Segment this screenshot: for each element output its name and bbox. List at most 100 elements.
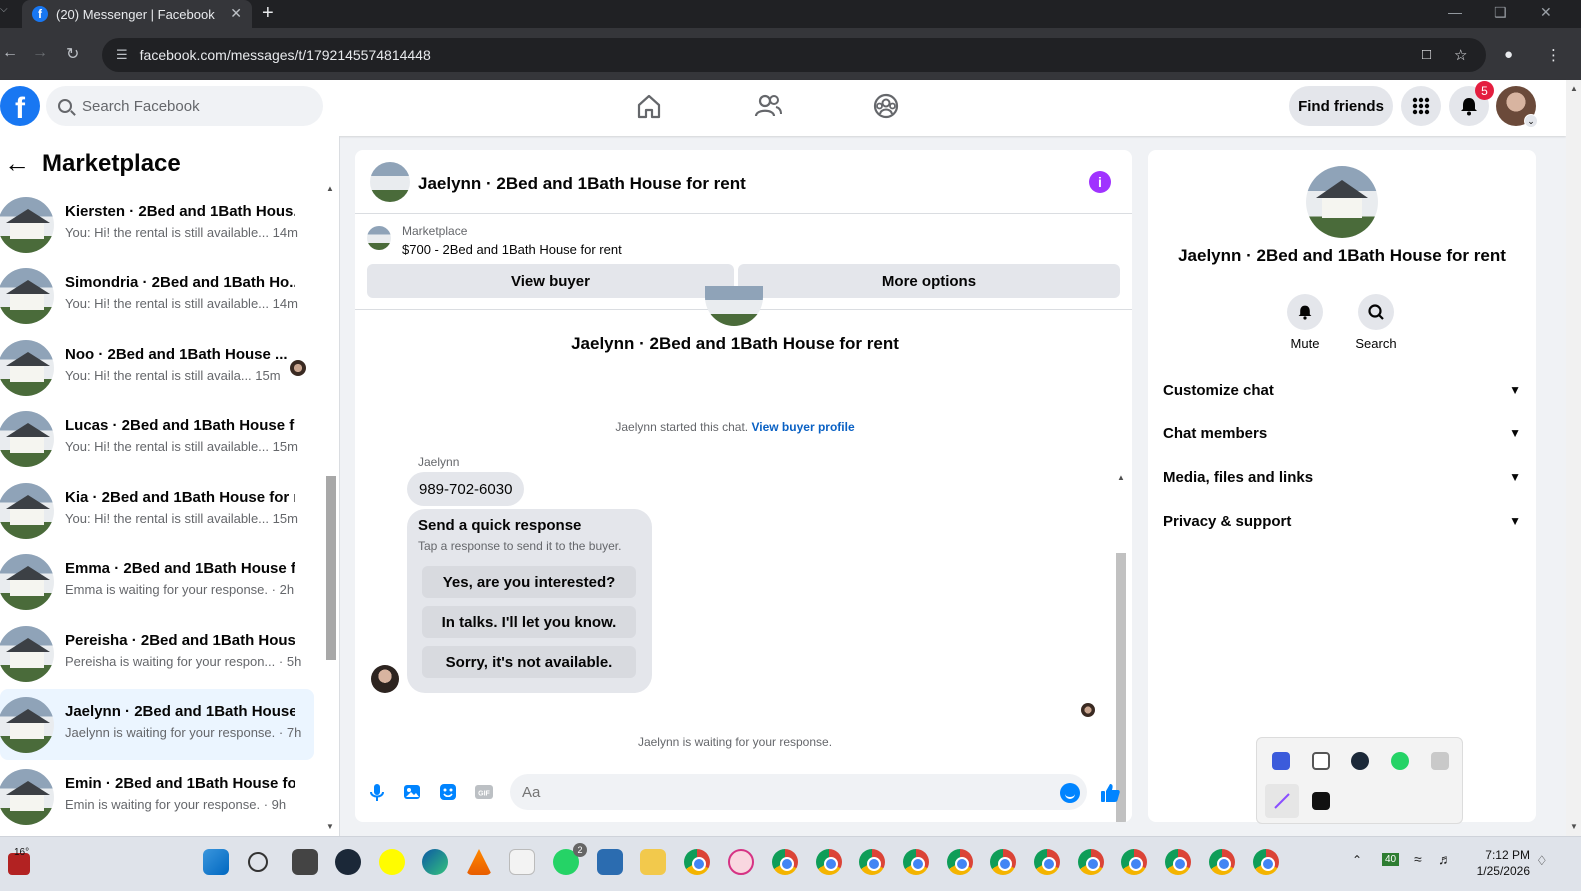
chrome-icon[interactable] xyxy=(772,849,798,875)
scroll-down-icon[interactable]: ▼ xyxy=(1570,822,1578,831)
browser-tab[interactable]: f (20) Messenger | Facebook ✕ xyxy=(22,0,252,28)
chat-members-section[interactable]: Chat members ▼ xyxy=(1163,413,1521,453)
url-omnibox[interactable]: ☰ facebook.com/messages/t/17921455748144… xyxy=(102,38,1486,72)
page-scrollbar[interactable]: ▲ ▼ xyxy=(1566,80,1581,836)
search-icon[interactable] xyxy=(248,852,268,872)
quick-response-button[interactable]: In talks. I'll let you know. xyxy=(422,606,636,638)
system-clock[interactable]: 7:12 PM 1/25/2026 xyxy=(1468,847,1530,879)
vpn-shield-icon[interactable] xyxy=(1272,752,1290,770)
steam-icon[interactable] xyxy=(335,849,361,875)
chrome-icon[interactable] xyxy=(1078,849,1104,875)
home-icon[interactable] xyxy=(635,92,663,120)
profile-app-icon[interactable] xyxy=(728,849,754,875)
close-tab-icon[interactable]: ✕ xyxy=(230,5,242,22)
photo-icon[interactable] xyxy=(402,782,422,802)
site-info-icon[interactable]: ☰ xyxy=(116,47,128,63)
volume-icon[interactable]: ♬ xyxy=(1438,851,1452,867)
media-files-links-section[interactable]: Media, files and links ▼ xyxy=(1163,457,1521,497)
close-window-icon[interactable]: ✕ xyxy=(1540,4,1552,21)
pen-tray-icon[interactable] xyxy=(1265,784,1299,818)
message-bubble[interactable]: 989-702-6030 xyxy=(407,472,525,506)
scroll-down-icon[interactable]: ▼ xyxy=(326,822,334,831)
chrome-icon[interactable] xyxy=(1209,849,1235,875)
vlc-icon[interactable] xyxy=(466,849,492,875)
listing-price-title[interactable]: $700 - 2Bed and 1Bath House for rent xyxy=(402,242,622,257)
quick-response-button[interactable]: Yes, are you interested? xyxy=(422,566,636,598)
emoji-icon[interactable] xyxy=(1060,783,1080,803)
gif-icon[interactable]: GIF xyxy=(474,782,494,802)
minimize-icon[interactable]: — xyxy=(1448,4,1462,20)
tab-list-chevron-icon[interactable]: ⌵ xyxy=(0,4,8,15)
maximize-icon[interactable]: ❑ xyxy=(1494,4,1507,21)
conversation-item-selected[interactable]: Jaelynn · 2Bed and 1Bath House... Jaelyn… xyxy=(0,689,314,760)
more-options-button[interactable]: More options xyxy=(738,264,1120,298)
audio-meter-icon[interactable] xyxy=(1312,792,1330,810)
scroll-up-icon[interactable]: ▲ xyxy=(1570,84,1578,93)
mute-bell-icon[interactable] xyxy=(1287,294,1323,330)
chat-listing-avatar[interactable] xyxy=(370,162,410,202)
keyboard-app-icon[interactable] xyxy=(597,849,623,875)
chrome-icon[interactable] xyxy=(859,849,885,875)
info-icon[interactable]: i xyxy=(1089,171,1111,193)
chrome-icon[interactable] xyxy=(1121,849,1147,875)
file-explorer-icon[interactable] xyxy=(640,849,666,875)
view-buyer-button[interactable]: View buyer xyxy=(367,264,734,298)
buyer-avatar[interactable] xyxy=(371,665,399,693)
new-tab-icon[interactable]: + xyxy=(262,2,274,25)
steam-tray-icon[interactable] xyxy=(1351,752,1369,770)
conversation-item[interactable]: Simondria · 2Bed and 1Bath Ho... You: Hi… xyxy=(0,260,314,331)
bookmark-star-icon[interactable]: ☆ xyxy=(1454,46,1467,64)
chrome-icon[interactable] xyxy=(684,849,710,875)
chat-title[interactable]: Jaelynn · 2Bed and 1Bath House for rent xyxy=(418,174,746,194)
ms-store-icon[interactable] xyxy=(509,849,535,875)
notification-center-bell-icon[interactable]: ♢ xyxy=(1536,853,1548,869)
windows-start-icon[interactable] xyxy=(203,849,229,875)
edge-icon[interactable] xyxy=(422,849,448,875)
battery-indicator[interactable]: 40 xyxy=(1382,853,1400,866)
chrome-icon[interactable] xyxy=(1253,849,1279,875)
view-buyer-profile-link[interactable]: View buyer profile xyxy=(751,420,854,434)
whatsapp-tray-icon[interactable] xyxy=(1391,752,1409,770)
privacy-support-section[interactable]: Privacy & support ▼ xyxy=(1163,501,1521,541)
chrome-icon[interactable] xyxy=(1034,849,1060,875)
tray-overflow-chevron-icon[interactable]: ⌃ xyxy=(1352,853,1362,867)
chrome-icon[interactable] xyxy=(990,849,1016,875)
install-app-icon[interactable]: □ xyxy=(1422,46,1431,63)
back-icon[interactable]: ← xyxy=(2,44,18,62)
conversation-list-scrollbar[interactable]: ▲ ▼ xyxy=(325,184,337,832)
facebook-logo-icon[interactable]: f xyxy=(0,86,40,126)
microphone-icon[interactable] xyxy=(367,782,387,802)
find-friends-button[interactable]: Find friends xyxy=(1289,86,1393,126)
scrollbar-thumb[interactable] xyxy=(326,476,336,660)
friends-icon[interactable] xyxy=(754,92,782,120)
scroll-up-icon[interactable]: ▲ xyxy=(1117,473,1125,482)
tray-app-icon[interactable] xyxy=(1312,752,1330,770)
search-icon[interactable] xyxy=(1358,294,1394,330)
whatsapp-icon[interactable]: 2 xyxy=(553,843,587,875)
search-action[interactable]: Search xyxy=(1346,294,1406,351)
mute-action[interactable]: Mute xyxy=(1275,294,1335,351)
conversation-item[interactable]: Kia · 2Bed and 1Bath House for r... You:… xyxy=(0,475,314,546)
wifi-icon[interactable]: ≈ xyxy=(1414,851,1422,867)
conversation-item[interactable]: Emin · 2Bed and 1Bath House fo... Emin i… xyxy=(0,761,314,832)
conversation-item[interactable]: Emma · 2Bed and 1Bath House f... Emma is… xyxy=(0,546,314,617)
scroll-up-icon[interactable]: ▲ xyxy=(326,184,334,193)
quick-response-button[interactable]: Sorry, it's not available. xyxy=(422,646,636,678)
sticker-icon[interactable] xyxy=(438,782,458,802)
conversation-item[interactable]: Pereisha · 2Bed and 1Bath Hous... Pereis… xyxy=(0,618,314,689)
message-input[interactable] xyxy=(510,774,1087,810)
chrome-icon[interactable] xyxy=(947,849,973,875)
tray-drive-icon[interactable] xyxy=(1431,752,1449,770)
task-view-icon[interactable] xyxy=(292,849,318,875)
reload-icon[interactable]: ↻ xyxy=(66,44,79,64)
conversation-item[interactable]: Kiersten · 2Bed and 1Bath Hous... You: H… xyxy=(0,189,314,260)
conversation-item[interactable]: Lucas · 2Bed and 1Bath House f... You: H… xyxy=(0,403,314,474)
customize-chat-section[interactable]: Customize chat ▼ xyxy=(1163,370,1521,410)
browser-menu-icon[interactable]: ⋮ xyxy=(1546,46,1561,64)
browser-profile-icon[interactable]: ● xyxy=(1504,46,1513,63)
chrome-icon[interactable] xyxy=(1165,849,1191,875)
conversation-item[interactable]: Noo · 2Bed and 1Bath House ... You: Hi! … xyxy=(0,332,314,403)
search-facebook-input[interactable]: Search Facebook xyxy=(46,86,323,126)
chrome-icon[interactable] xyxy=(903,849,929,875)
snapchat-icon[interactable] xyxy=(379,849,405,875)
